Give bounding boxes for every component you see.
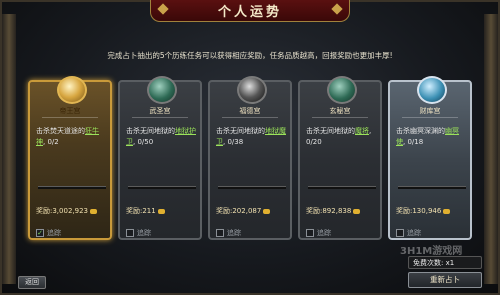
fortune-card-3[interactable]: 福德宫 击杀无间地狱的地狱魔卫, 0/38 奖励:202,087 追踪: [208, 76, 292, 240]
refresh-divination-button[interactable]: 重新占卜: [408, 272, 482, 288]
ornament-icon: [157, 3, 169, 15]
reward-text: 奖励:3,002,923: [36, 206, 108, 216]
gold-orb-icon: [57, 76, 87, 104]
divider: [128, 186, 196, 189]
ornament-icon: [331, 3, 343, 15]
track-toggle[interactable]: ✓ 追踪: [36, 228, 61, 238]
fortune-card-4[interactable]: 玄秘宫 击杀无间地狱的魔将, 0/20 奖励:892,838 追踪: [298, 76, 382, 240]
reward-text: 奖励:130,946: [396, 206, 468, 216]
watermark-logo: 3H1M游戏网: [400, 246, 463, 257]
task-text: 击杀焚天道途的狂牛神, 0/2: [36, 127, 99, 146]
card-name: 福德宫: [222, 106, 278, 118]
fortune-card-2[interactable]: 武圣宫 击杀无间地狱的地狱护卫, 0/50 奖励:211 追踪: [118, 76, 202, 240]
track-toggle[interactable]: 追踪: [306, 228, 331, 238]
divider: [308, 186, 376, 189]
task-progress: 0/2: [47, 138, 59, 146]
track-toggle[interactable]: 追踪: [396, 228, 421, 238]
back-button[interactable]: 返回: [18, 276, 46, 289]
checkbox-icon[interactable]: [306, 229, 314, 237]
description-text: 完成占卜抽出的5个历练任务可以获得相应奖励，任务品质越高，回报奖励也更加丰厚!: [107, 51, 393, 60]
coin-icon: [443, 208, 451, 214]
task-text: 击杀无间地狱的魔将, 0/20: [306, 127, 372, 146]
task-text: 击杀幽冥深渊的幽冥使, 0/18: [396, 127, 459, 146]
checkbox-icon[interactable]: [396, 229, 404, 237]
divider: [218, 186, 286, 189]
checkbox-checked-icon[interactable]: ✓: [36, 229, 44, 237]
reward-text: 奖励:211: [126, 206, 198, 216]
blue-orb-icon: [417, 76, 447, 104]
card-name: 财库宫: [402, 106, 458, 118]
task-progress: 0/50: [137, 138, 154, 146]
checkbox-icon[interactable]: [126, 229, 134, 237]
divider: [38, 186, 106, 189]
task-progress: 0/18: [407, 138, 424, 146]
reward-text: 奖励:202,087: [216, 206, 288, 216]
green-orb-icon: [147, 76, 177, 104]
item-icon: [157, 208, 165, 214]
card-name: 武圣宫: [132, 106, 188, 118]
task-progress: 0/38: [227, 138, 244, 146]
reward-text: 奖励:892,838: [306, 206, 378, 216]
track-toggle[interactable]: 追踪: [216, 228, 241, 238]
task-progress: 0/20: [306, 138, 322, 146]
free-count-label: 免费次数: x1: [408, 256, 482, 269]
card-name: 玄秘宫: [312, 106, 368, 118]
card-name: 帝王宫: [42, 106, 98, 118]
track-toggle[interactable]: 追踪: [126, 228, 151, 238]
fortune-card-1[interactable]: 帝王宫 击杀焚天道途的狂牛神, 0/2 奖励:3,002,923 ✓ 追踪: [28, 76, 112, 240]
coin-icon: [353, 208, 361, 214]
title-banner: 个人运势: [150, 0, 350, 22]
green-orb-icon: [327, 76, 357, 104]
task-text: 击杀无间地狱的地狱魔卫, 0/38: [216, 127, 286, 146]
divider: [398, 186, 466, 189]
crown-icon: [263, 208, 271, 214]
task-text: 击杀无间地狱的地狱护卫, 0/50: [126, 127, 196, 146]
fortune-card-5[interactable]: 财库宫 击杀幽冥深渊的幽冥使, 0/18 奖励:130,946 追踪: [388, 76, 472, 240]
task-target-link[interactable]: 魔将: [355, 127, 369, 135]
checkbox-icon[interactable]: [216, 229, 224, 237]
coin-icon: [89, 208, 97, 214]
page-title: 个人运势: [217, 5, 282, 20]
black-orb-icon: [237, 76, 267, 104]
